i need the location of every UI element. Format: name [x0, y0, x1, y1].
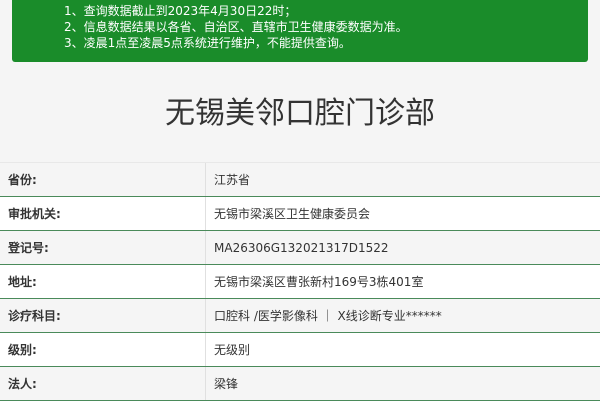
- row-label: 法人:: [0, 367, 206, 400]
- notice-line-3: 3、凌晨1点至凌晨5点系统进行维护，不能提供查询。: [64, 36, 351, 50]
- table-row-departments: 诊疗科目: 口腔科 /医学影像科 ｜ X线诊断专业******: [0, 299, 600, 333]
- row-value: 无级别: [214, 343, 251, 357]
- table-row-approval-authority: 审批机关: 无锡市梁溪区卫生健康委员会: [0, 197, 600, 231]
- info-table: 省份: 江苏省 审批机关: 无锡市梁溪区卫生健康委员会 登记号: MA26306…: [0, 162, 600, 401]
- table-row-province: 省份: 江苏省: [0, 163, 600, 197]
- table-row-legal-person: 法人: 梁锋: [0, 367, 600, 401]
- table-row-registration-number: 登记号: MA26306G132021317D1522: [0, 231, 600, 265]
- notice-banner: 1、查询数据截止到2023年4月30日22时； 2、信息数据结果以各省、自治区、…: [12, 0, 588, 62]
- row-label: 省份:: [0, 163, 206, 196]
- row-value: 口腔科 /医学影像科 ｜ X线诊断专业******: [214, 309, 442, 323]
- row-label: 登记号:: [0, 231, 206, 264]
- notice-line-2: 2、信息数据结果以各省、自治区、直辖市卫生健康委数据为准。: [64, 20, 408, 34]
- page-title: 无锡美邻口腔门诊部: [165, 96, 435, 131]
- row-value: 无锡市梁溪区曹张新村169号3栋401室: [214, 275, 424, 289]
- row-label: 地址:: [0, 265, 206, 298]
- notice-line-1: 1、查询数据截止到2023年4月30日22时；: [64, 4, 297, 18]
- row-value: 梁锋: [214, 377, 239, 391]
- row-value: 无锡市梁溪区卫生健康委员会: [214, 207, 371, 221]
- row-value: 江苏省: [214, 173, 251, 187]
- row-value: MA26306G132021317D1522: [214, 240, 389, 255]
- row-label: 审批机关:: [0, 197, 206, 230]
- row-label: 级别:: [0, 333, 206, 366]
- table-row-level: 级别: 无级别: [0, 333, 600, 367]
- row-label: 诊疗科目:: [0, 299, 206, 332]
- table-row-address: 地址: 无锡市梁溪区曹张新村169号3栋401室: [0, 265, 600, 299]
